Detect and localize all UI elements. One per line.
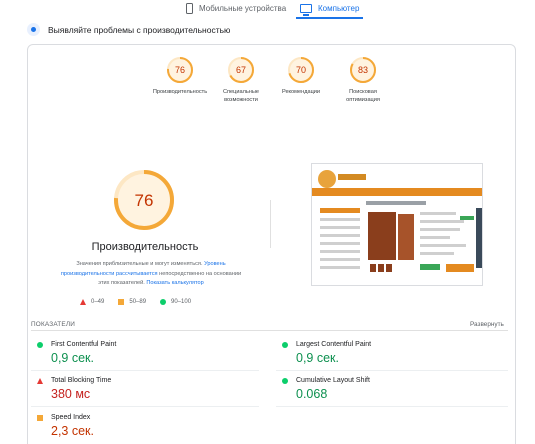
gauge-ring: 83	[350, 57, 376, 83]
expand-button[interactable]: Развернуть	[470, 321, 504, 328]
orange-square-icon	[37, 414, 43, 421]
square-icon	[118, 299, 125, 305]
metric-speed-index: Speed Index 2,3 сек.	[31, 414, 251, 438]
score-legend: 0–49 50–89 90–100	[80, 299, 191, 305]
desc-prefix: Значения приблизительные и могут изменят…	[76, 261, 203, 267]
performance-ring: 76	[114, 170, 174, 230]
metric-value: 0,9 сек.	[51, 351, 94, 365]
legend-poor: 0–49	[80, 299, 104, 305]
performance-gauge: 76	[112, 168, 176, 237]
metric-value: 0.068	[296, 387, 328, 401]
gauge-seo[interactable]: 83 Поисковая оптимизация	[323, 56, 403, 104]
metric-value: 380 мс	[51, 387, 91, 401]
metric-name: Speed Index	[51, 414, 91, 421]
legend-average-label: 50–89	[129, 299, 147, 305]
legend-good-label: 90–100	[171, 299, 192, 305]
tab-desktop[interactable]: Компьютер	[295, 0, 364, 19]
green-circle-icon	[37, 341, 43, 348]
category-gauges: 76 Производительность 67 Специальные воз…	[0, 56, 535, 111]
headline: Выявляйте проблемы с производительностью	[27, 23, 230, 36]
vertical-divider	[270, 200, 271, 248]
gauge-label: Поисковая оптимизация	[346, 89, 380, 103]
page-screenshot[interactable]	[311, 163, 483, 286]
gauge-ring: 67	[228, 57, 254, 83]
gauge-score: 67	[236, 65, 246, 75]
info-icon	[27, 23, 40, 36]
site-logo-icon	[318, 170, 336, 188]
phone-icon	[186, 2, 193, 14]
metric-value: 2,3 сек.	[51, 424, 94, 438]
gauge-ring: 70	[288, 57, 314, 83]
metric-cls: Cumulative Layout Shift 0.068	[276, 377, 496, 401]
metric-lcp: Largest Contentful Paint 0,9 сек.	[276, 341, 496, 365]
headline-text: Выявляйте проблемы с производительностью	[48, 24, 231, 35]
red-triangle-icon	[37, 377, 43, 384]
tab-mobile[interactable]: Мобильные устройства	[186, 0, 286, 16]
gauge-ring: 76	[167, 57, 193, 83]
metric-fcp: First Contentful Paint 0,9 сек.	[31, 341, 251, 365]
gauge-score: 76	[175, 65, 185, 75]
metrics-divider	[31, 330, 508, 331]
triangle-icon	[80, 299, 86, 305]
metric-name: Largest Contentful Paint	[296, 341, 372, 348]
legend-poor-label: 0–49	[91, 299, 105, 305]
door-image-icon	[368, 212, 396, 260]
green-circle-icon	[282, 377, 288, 384]
legend-average: 50–89	[118, 299, 146, 305]
metric-name: Cumulative Layout Shift	[296, 377, 370, 384]
gauge-score: 70	[296, 65, 306, 75]
metric-name: Total Blocking Time	[51, 377, 112, 384]
tab-mobile-label: Мобильные устройства	[199, 3, 287, 13]
green-circle-icon	[282, 341, 288, 348]
circle-icon	[160, 299, 167, 305]
show-calculator-link[interactable]: Показать калькулятор	[146, 280, 203, 286]
metrics-header: ПОКАЗАТЕЛИ	[31, 321, 76, 328]
gauge-score: 83	[358, 65, 368, 75]
performance-description: Значения приблизительные и могут изменят…	[56, 260, 246, 289]
legend-good: 90–100	[160, 299, 191, 305]
monitor-icon	[300, 3, 312, 16]
metric-value: 0,9 сек.	[296, 351, 339, 365]
performance-title: Производительность	[91, 241, 199, 253]
tab-desktop-label: Компьютер	[318, 3, 360, 13]
metric-tbt: Total Blocking Time 380 мс	[31, 377, 251, 401]
performance-score: 76	[135, 191, 154, 210]
device-tabs: Мобильные устройства Компьютер	[0, 0, 535, 19]
metric-name: First Contentful Paint	[51, 341, 117, 348]
